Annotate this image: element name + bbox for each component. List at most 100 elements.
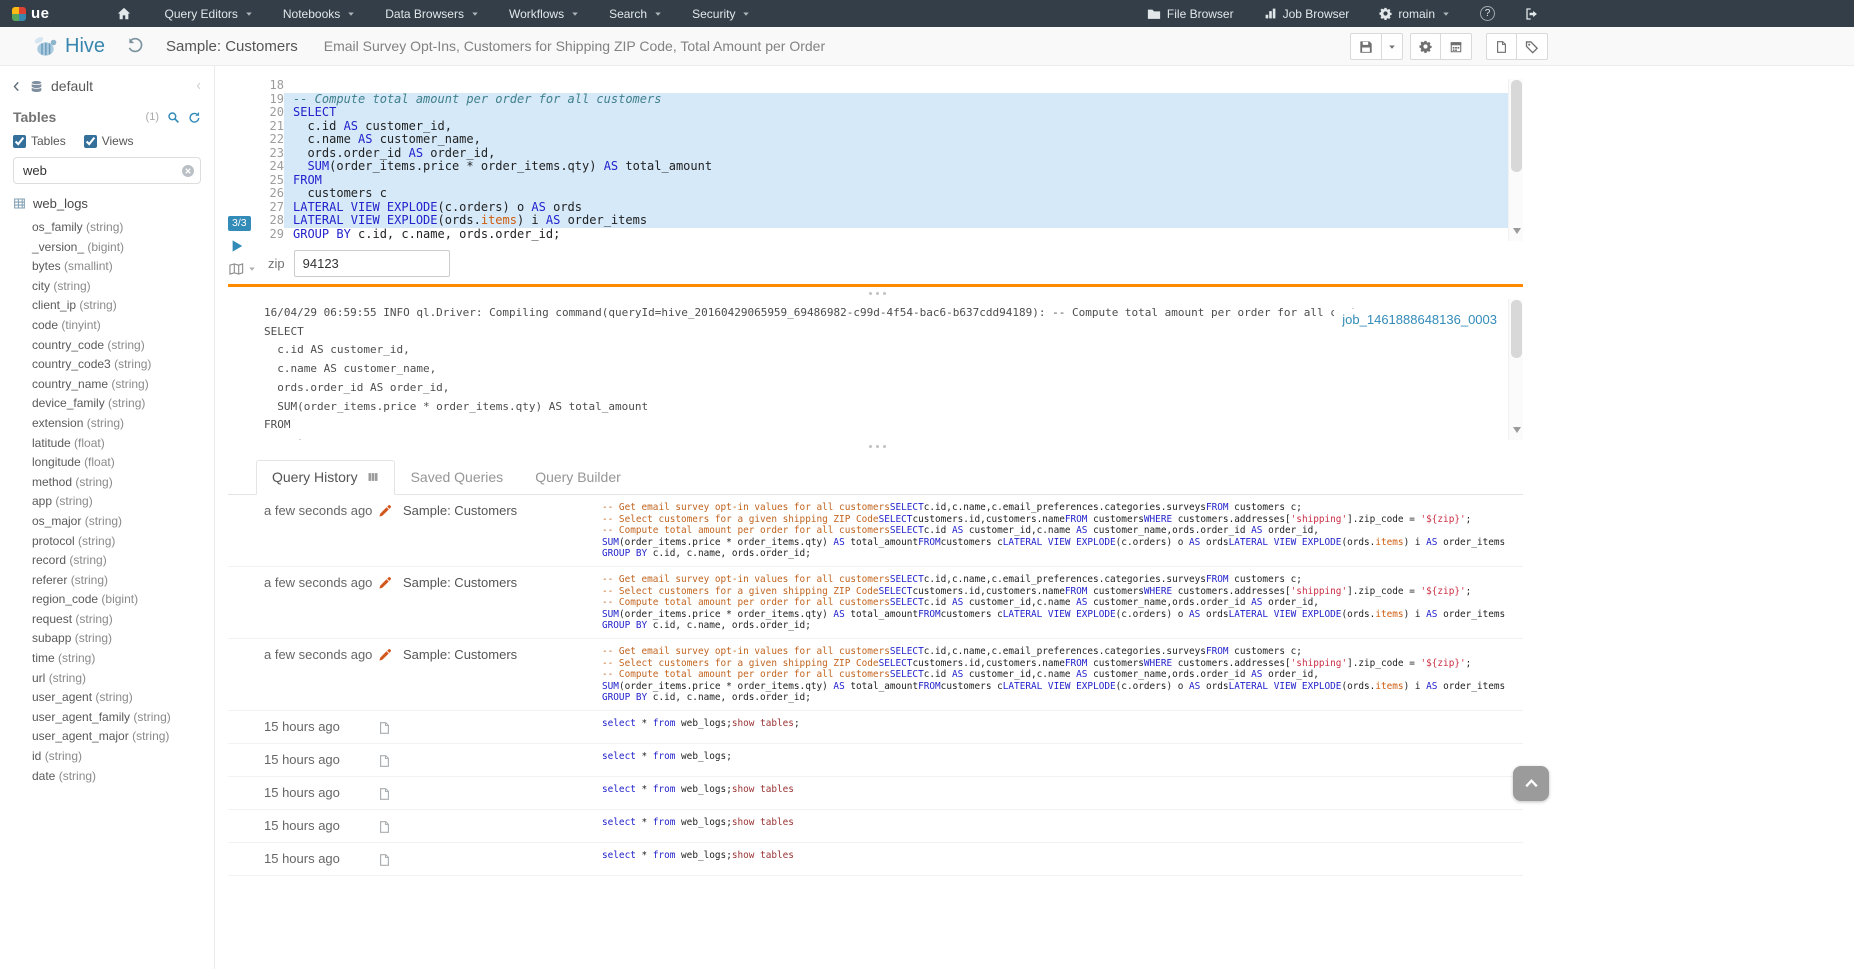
nav-workflows[interactable]: Workflows <box>494 0 594 27</box>
column-subapp[interactable]: subapp (string) <box>32 629 214 649</box>
job-link[interactable]: job_1461888648136_0003 <box>1334 309 1505 330</box>
help-button[interactable]: ? <box>1465 0 1510 27</box>
column-os_major[interactable]: os_major (string) <box>32 512 214 532</box>
nav-query-editors[interactable]: Query Editors <box>150 0 268 27</box>
editor-line-27[interactable]: 27LATERAL VIEW EXPLODE(c.orders) o AS or… <box>262 201 1508 215</box>
editor-line-19[interactable]: 19-- Compute total amount per order for … <box>262 93 1508 107</box>
column-latitude[interactable]: latitude (float) <box>32 434 214 454</box>
history-row[interactable]: 15 hours agoselect * from web_logs;show … <box>228 711 1523 744</box>
column-user_agent_family[interactable]: user_agent_family (string) <box>32 708 214 728</box>
column-city[interactable]: city (string) <box>32 277 214 297</box>
history-row[interactable]: 15 hours agoselect * from web_logs;show … <box>228 843 1523 876</box>
history-row[interactable]: a few seconds agoSample: Customers-- Get… <box>228 567 1523 639</box>
editor-scrollbar[interactable] <box>1508 79 1523 241</box>
nav-search[interactable]: Search <box>594 0 677 27</box>
resize-handle-2[interactable] <box>228 440 1523 452</box>
history-row[interactable]: 15 hours agoselect * from web_logs;show … <box>228 810 1523 843</box>
scrollbar-down-arrow-icon[interactable] <box>1513 228 1521 238</box>
column-country_code3[interactable]: country_code3 (string) <box>32 355 214 375</box>
column-country_name[interactable]: country_name (string) <box>32 375 214 395</box>
column-_version_[interactable]: _version_ (bigint) <box>32 238 214 258</box>
editor-assist-button[interactable] <box>228 262 256 276</box>
nav-job-browser[interactable]: Job Browser <box>1249 0 1365 27</box>
query-title[interactable]: Sample: Customers <box>166 38 298 55</box>
history-row[interactable]: 15 hours agoselect * from web_logs; <box>228 744 1523 777</box>
tab-query-history[interactable]: Query History <box>256 460 395 495</box>
nav-file-browser[interactable]: File Browser <box>1132 0 1249 27</box>
table-web-logs[interactable]: web_logs <box>0 186 214 214</box>
column-request[interactable]: request (string) <box>32 610 214 630</box>
column-time[interactable]: time (string) <box>32 649 214 669</box>
column-region_code[interactable]: region_code (bigint) <box>32 590 214 610</box>
query-history-button[interactable] <box>127 37 144 55</box>
history-row[interactable]: 15 hours agoselect * from web_logs;show … <box>228 777 1523 810</box>
column-id[interactable]: id (string) <box>32 747 214 767</box>
schedule-button[interactable] <box>1440 33 1472 60</box>
column-referer[interactable]: referer (string) <box>32 571 214 591</box>
column-app[interactable]: app (string) <box>32 492 214 512</box>
column-record[interactable]: record (string) <box>32 551 214 571</box>
scrollbar-thumb[interactable] <box>1511 80 1522 172</box>
editor-line-20[interactable]: 20SELECT <box>262 106 1508 120</box>
resize-handle[interactable] <box>228 287 1523 299</box>
filter-tables[interactable]: Tables <box>13 134 66 148</box>
column-bytes[interactable]: bytes (smallint) <box>32 257 214 277</box>
nav-data-browsers[interactable]: Data Browsers <box>370 0 494 27</box>
home-button[interactable] <box>104 0 144 27</box>
save-dropdown-button[interactable] <box>1381 33 1403 60</box>
column-os_family[interactable]: os_family (string) <box>32 218 214 238</box>
nav-notebooks[interactable]: Notebooks <box>268 0 370 27</box>
column-protocol[interactable]: protocol (string) <box>32 532 214 552</box>
editor-line-22[interactable]: 22 c.name AS customer_name, <box>262 133 1508 147</box>
column-user_agent[interactable]: user_agent (string) <box>32 688 214 708</box>
editor-line-18[interactable]: 18 <box>262 79 1508 93</box>
history-row[interactable]: a few seconds agoSample: Customers-- Get… <box>228 639 1523 711</box>
column-longitude[interactable]: longitude (float) <box>32 453 214 473</box>
editor-line-24[interactable]: 24 SUM(order_items.price * order_items.q… <box>262 160 1508 174</box>
editor-lines[interactable]: 1819-- Compute total amount per order fo… <box>262 79 1508 241</box>
views-checkbox[interactable] <box>84 135 97 148</box>
hive-app-link[interactable]: Hive <box>32 34 105 58</box>
hue-logo[interactable]: ue <box>0 5 66 22</box>
save-button[interactable] <box>1350 33 1382 60</box>
assist-search-button[interactable] <box>167 111 180 124</box>
scroll-top-button[interactable] <box>1513 766 1549 801</box>
log-scrollbar[interactable] <box>1508 299 1523 440</box>
tab-query-builder[interactable]: Query Builder <box>519 460 637 495</box>
variable-input[interactable] <box>294 250 450 277</box>
column-extension[interactable]: extension (string) <box>32 414 214 434</box>
tags-button[interactable] <box>1516 33 1548 60</box>
assist-back-button[interactable] <box>11 80 22 93</box>
clear-search-button[interactable] <box>181 164 195 178</box>
editor-line-28[interactable]: 28LATERAL VIEW EXPLODE(ords.items) i AS … <box>262 214 1508 228</box>
column-code[interactable]: code (tinyint) <box>32 316 214 336</box>
column-url[interactable]: url (string) <box>32 669 214 689</box>
database-name[interactable]: default <box>51 78 93 94</box>
settings-button[interactable] <box>1410 33 1441 60</box>
assist-refresh-button[interactable] <box>188 111 201 124</box>
editor-line-29[interactable]: 29GROUP BY c.id, c.name, ords.order_id; <box>262 228 1508 242</box>
column-country_code[interactable]: country_code (string) <box>32 336 214 356</box>
column-user_agent_major[interactable]: user_agent_major (string) <box>32 727 214 747</box>
editor-line-25[interactable]: 25FROM <box>262 174 1508 188</box>
table-filter-input[interactable] <box>13 157 201 184</box>
column-date[interactable]: date (string) <box>32 767 214 787</box>
history-row[interactable]: a few seconds agoSample: Customers-- Get… <box>228 495 1523 567</box>
execute-button[interactable] <box>230 237 244 255</box>
editor-line-23[interactable]: 23 ords.order_id AS order_id, <box>262 147 1508 161</box>
column-method[interactable]: method (string) <box>32 473 214 493</box>
editor-line-26[interactable]: 26 customers c <box>262 187 1508 201</box>
new-document-button[interactable] <box>1486 33 1517 60</box>
nav-security[interactable]: Security <box>677 0 765 27</box>
tab-saved-queries[interactable]: Saved Queries <box>395 460 520 495</box>
column-device_family[interactable]: device_family (string) <box>32 394 214 414</box>
column-client_ip[interactable]: client_ip (string) <box>32 296 214 316</box>
tables-checkbox[interactable] <box>13 135 26 148</box>
filter-views[interactable]: Views <box>84 134 134 148</box>
log-scrollbar-thumb[interactable] <box>1511 300 1522 358</box>
editor-line-21[interactable]: 21 c.id AS customer_id, <box>262 120 1508 134</box>
nav-romain[interactable]: romain <box>1364 0 1465 27</box>
logout-button[interactable] <box>1510 0 1554 27</box>
assist-collapse-button[interactable] <box>195 80 203 92</box>
log-scrollbar-down-arrow-icon[interactable] <box>1513 427 1521 437</box>
